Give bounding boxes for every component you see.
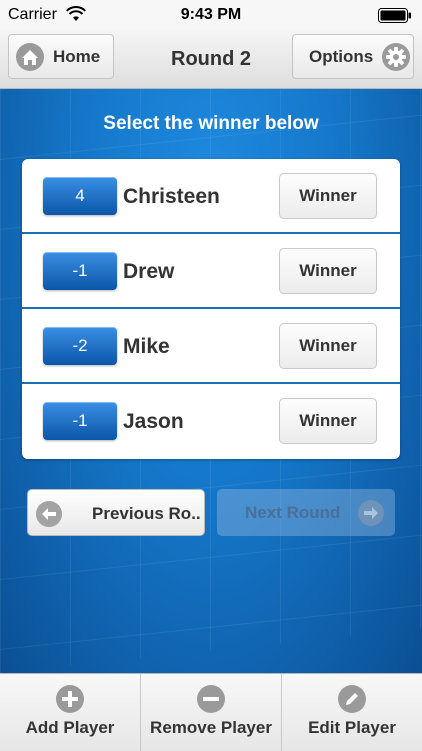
player-row: 4 Christeen Winner (22, 159, 400, 234)
winner-button[interactable]: Winner (279, 398, 377, 444)
minus-icon (197, 685, 225, 713)
next-round-label: Next Round (245, 503, 341, 522)
main-content: Select the winner below 4 Christeen Winn… (0, 89, 422, 673)
add-player-label: Add Player (25, 718, 115, 737)
player-row: -1 Jason Winner (22, 384, 400, 459)
edit-player-label: Edit Player (308, 718, 396, 737)
previous-round-label: Previous Ro.. (92, 504, 201, 523)
navigation-bar: Home Round 2 Options (0, 30, 422, 89)
winner-button[interactable]: Winner (279, 248, 377, 294)
clock-label: 9:43 PM (180, 6, 242, 23)
arrow-left-icon (36, 501, 62, 527)
winner-button[interactable]: Winner (279, 323, 377, 369)
battery-icon (378, 8, 411, 23)
player-row: -1 Drew Winner (22, 234, 400, 309)
score-badge: -1 (43, 252, 117, 290)
arrow-right-icon (358, 500, 384, 526)
plus-icon (56, 685, 84, 713)
options-button[interactable]: Options (292, 34, 414, 79)
winner-button[interactable]: Winner (279, 173, 377, 219)
remove-player-button[interactable]: Remove Player (141, 674, 282, 751)
player-row: -2 Mike Winner (22, 309, 400, 384)
gear-icon (382, 42, 411, 71)
remove-player-label: Remove Player (150, 718, 272, 737)
player-name: Jason (123, 410, 184, 433)
edit-player-button[interactable]: Edit Player (282, 674, 422, 751)
next-round-button[interactable]: Next Round (217, 489, 395, 536)
options-button-label: Options (309, 46, 374, 66)
player-name: Mike (123, 335, 170, 358)
score-badge: 4 (43, 177, 117, 215)
score-badge: -2 (43, 327, 117, 365)
player-name: Christeen (123, 185, 220, 208)
score-badge: -1 (43, 402, 117, 440)
status-bar: Carrier 9:43 PM (0, 0, 422, 30)
player-name: Drew (123, 260, 175, 283)
instruction-heading: Select the winner below (103, 113, 319, 134)
add-player-button[interactable]: Add Player (0, 674, 141, 751)
player-list: 4 Christeen Winner -1 Drew Winner -2 Mik… (22, 159, 400, 459)
pencil-icon (338, 685, 366, 713)
previous-round-button[interactable]: Previous Ro.. (27, 489, 205, 536)
bottom-toolbar: Add Player Remove Player Edit Player (0, 673, 422, 751)
